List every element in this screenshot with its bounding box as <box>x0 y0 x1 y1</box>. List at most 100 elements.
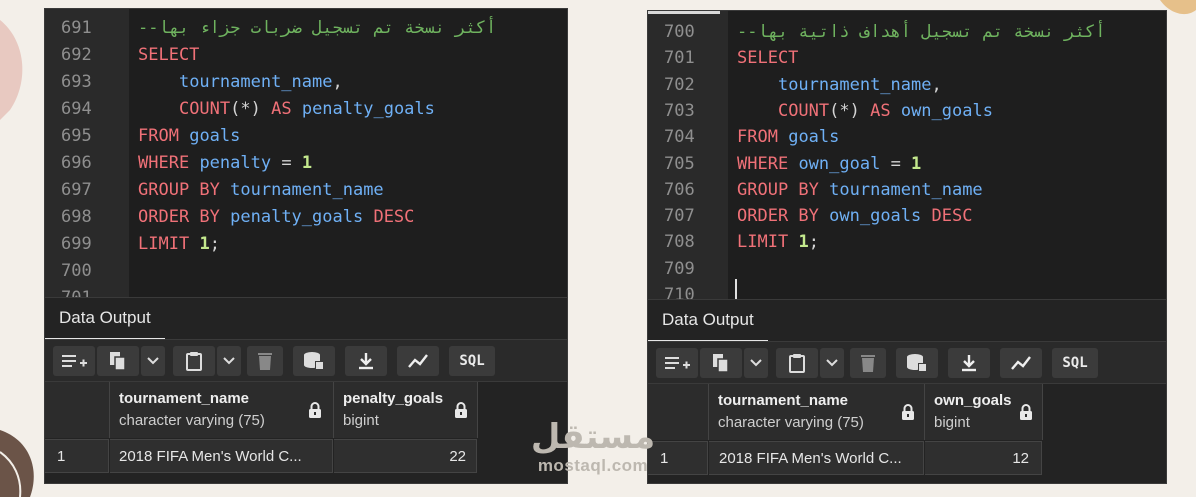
code-token: GROUP BY <box>737 179 819 200</box>
delete-button[interactable] <box>247 346 283 376</box>
code-line[interactable]: 701 <box>45 285 567 297</box>
code-line[interactable]: 702 tournament_name, <box>648 72 1166 99</box>
code-token: own_goals <box>900 100 993 121</box>
delete-button[interactable] <box>850 348 886 378</box>
row-number-cell[interactable]: 1 <box>45 439 109 473</box>
code-line[interactable]: 697 GROUP BY tournament_name <box>45 177 567 204</box>
code-token: COUNT <box>777 100 830 121</box>
graph-button[interactable] <box>1000 348 1042 378</box>
sql-label: SQL <box>459 353 485 369</box>
text-cursor <box>735 279 737 299</box>
code-text: WHERE penalty = 1 <box>138 150 312 177</box>
code-token: ; <box>209 234 220 254</box>
download-icon <box>356 351 376 371</box>
save-data-button[interactable] <box>896 348 938 378</box>
lock-icon <box>902 404 914 420</box>
code-token: goals <box>189 126 241 146</box>
code-line[interactable]: 692 SELECT <box>45 42 567 69</box>
column-header-tournament-name[interactable]: tournament_name character varying (75) <box>709 384 925 440</box>
code-token: FROM <box>138 126 179 146</box>
code-line[interactable]: 693 tournament_name, <box>45 69 567 96</box>
sql-button[interactable]: SQL <box>449 346 495 376</box>
paste-icon <box>788 353 806 373</box>
table-cell[interactable]: 12 <box>925 441 1042 475</box>
code-token: SELECT <box>737 48 799 69</box>
code-token: (*) <box>230 99 272 119</box>
code-line[interactable]: 703 COUNT(*) AS own_goals <box>648 98 1166 125</box>
code-line[interactable]: 700 <box>45 258 567 285</box>
column-type: bigint <box>343 412 379 429</box>
line-number: 705 <box>664 153 695 174</box>
code-line[interactable]: 698 ORDER BY penalty_goals DESC <box>45 204 567 231</box>
paste-options-dropdown[interactable] <box>217 346 241 376</box>
download-button[interactable] <box>345 346 387 376</box>
tab-data-output[interactable]: Data Output <box>648 300 768 342</box>
copy-button[interactable] <box>97 346 139 376</box>
code-token: AS <box>271 99 292 119</box>
line-number: 695 <box>61 126 92 146</box>
code-line[interactable]: 710 <box>648 282 1166 299</box>
copy-options-dropdown[interactable] <box>141 346 165 376</box>
paste-button[interactable] <box>776 348 818 378</box>
save-data-button[interactable] <box>293 346 335 376</box>
table-cell[interactable]: 22 <box>334 439 477 473</box>
sql-editor-right[interactable]: 700 --أكثر نسخة تم تسجيل أهداف ذاتية بها 7… <box>648 11 1166 299</box>
line-number: 700 <box>61 261 92 281</box>
code-line[interactable]: 700 --أكثر نسخة تم تسجيل أهداف ذاتية بها <box>648 19 1166 46</box>
code-line[interactable]: 709 <box>648 256 1166 283</box>
column-header-tournament-name[interactable]: tournament_name character varying (75) <box>110 382 334 438</box>
table-cell[interactable]: 2018 FIFA Men's World C... <box>110 439 333 473</box>
sql-editor-left[interactable]: 691 --أكثر نسخة تم تسجيل ضربات جزاء بها 69… <box>45 9 567 297</box>
column-header-own-goals[interactable]: own_goals bigint <box>925 384 1043 440</box>
code-line[interactable]: 694 COUNT(*) AS penalty_goals <box>45 96 567 123</box>
download-button[interactable] <box>948 348 990 378</box>
watermark: مستقل mostaql.com <box>518 418 668 476</box>
row-number-header <box>45 382 110 438</box>
code-token: WHERE <box>737 153 789 174</box>
code-token: AS <box>870 100 891 121</box>
table-cell[interactable]: 2018 FIFA Men's World C... <box>709 441 924 475</box>
tab-data-output[interactable]: Data Output <box>45 298 165 340</box>
line-number: 693 <box>61 72 92 92</box>
column-name: penalty_goals <box>343 390 444 407</box>
code-token: (*) <box>829 100 871 121</box>
line-number: 701 <box>61 285 117 297</box>
code-token: --أكثر نسخة تم تسجيل أهداف ذاتية بها <box>737 22 1106 42</box>
paste-options-dropdown[interactable] <box>820 348 844 378</box>
code-line[interactable]: 707 ORDER BY own_goals DESC <box>648 203 1166 230</box>
code-token: DESC <box>373 207 415 227</box>
column-header-penalty-goals[interactable]: penalty_goals bigint <box>334 382 478 438</box>
line-number: 692 <box>61 45 92 65</box>
code-token: , <box>931 74 942 95</box>
code-line[interactable]: 699 LIMIT 1; <box>45 231 567 258</box>
line-number: 704 <box>664 127 695 148</box>
add-row-button[interactable] <box>656 348 698 378</box>
paste-button[interactable] <box>173 346 215 376</box>
code-token: 1 <box>301 153 313 173</box>
sql-button[interactable]: SQL <box>1052 348 1098 378</box>
graph-button[interactable] <box>397 346 439 376</box>
add-row-button[interactable] <box>53 346 95 376</box>
code-line[interactable]: 701 SELECT <box>648 45 1166 72</box>
code-line[interactable]: 696 WHERE penalty = 1 <box>45 150 567 177</box>
result-toolbar-left: SQL <box>45 339 567 382</box>
lock-icon <box>309 402 321 418</box>
copy-button[interactable] <box>700 348 742 378</box>
code-line[interactable]: 706 GROUP BY tournament_name <box>648 177 1166 204</box>
chevron-down-icon <box>826 359 838 367</box>
line-number: 700 <box>664 22 695 42</box>
lock-icon <box>455 402 467 418</box>
copy-options-dropdown[interactable] <box>744 348 768 378</box>
code-line[interactable]: 708 LIMIT 1; <box>648 229 1166 256</box>
line-number: 706 <box>664 179 695 200</box>
result-tabs-left: Data Output <box>45 297 567 340</box>
code-line[interactable]: 695 FROM goals <box>45 123 567 150</box>
code-line[interactable]: 705 WHERE own_goal = 1 <box>648 151 1166 178</box>
code-line[interactable]: 704 FROM goals <box>648 124 1166 151</box>
active-line-marker <box>648 11 720 14</box>
code-line[interactable]: 691 --أكثر نسخة تم تسجيل ضربات جزاء بها <box>45 15 567 42</box>
